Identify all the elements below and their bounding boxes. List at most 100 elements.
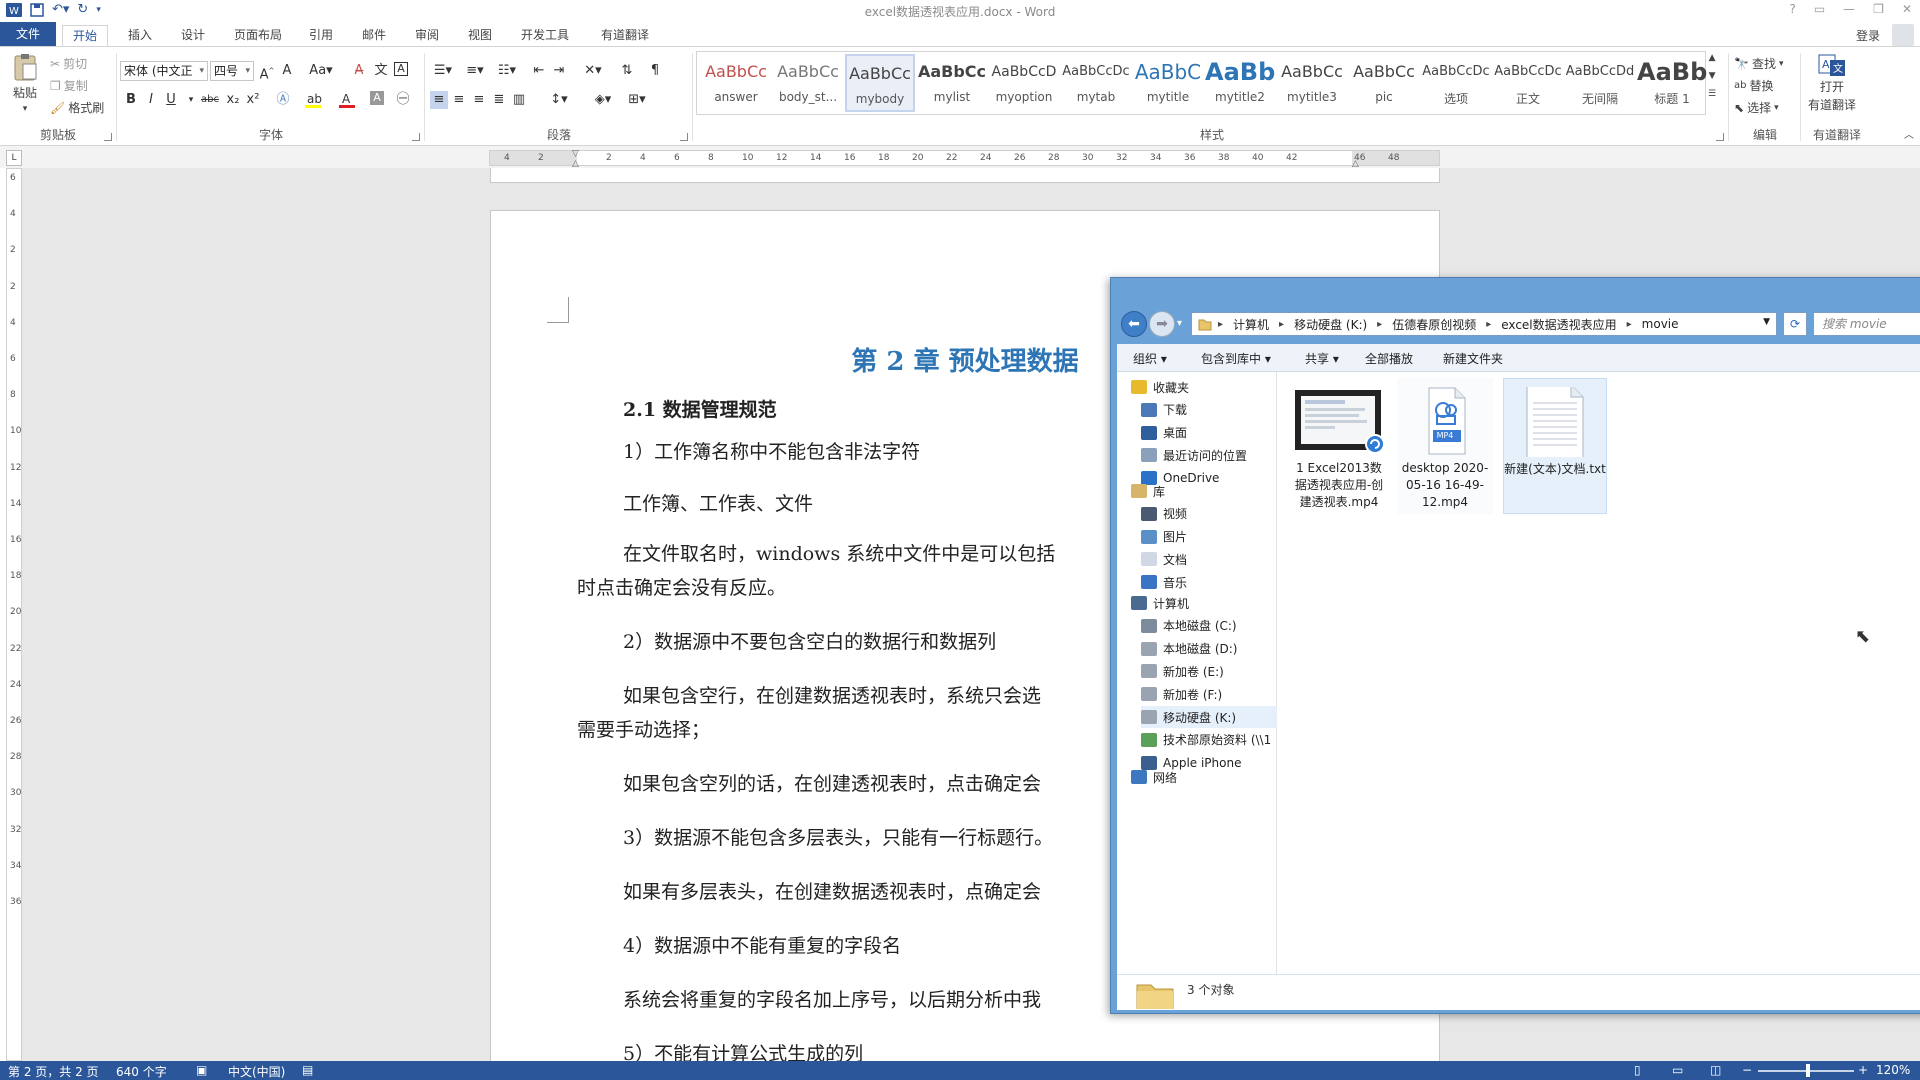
forward-button[interactable]: ➡ [1149,311,1175,337]
breadcrumb-drive-k[interactable]: 移动硬盘 (K:) [1294,316,1367,333]
character-shading-icon[interactable]: A [370,91,384,105]
font-launcher-icon[interactable] [412,133,420,141]
align-right-icon[interactable]: ≡ [470,91,488,109]
minimize-icon[interactable]: — [1843,2,1855,16]
phonetic-guide-icon[interactable]: 文 [372,62,390,80]
open-youdao-button[interactable]: A文 打开 有道翻译 [1808,53,1856,113]
ribbon-display-icon[interactable]: ▭ [1814,2,1825,16]
sort-icon[interactable]: ⇅ [618,62,636,80]
recent-pages-icon[interactable]: ▾ [1177,318,1182,329]
cut-button[interactable]: ✂ 剪切 [50,55,87,72]
tab-view[interactable]: 视图 [458,25,502,46]
nav-item-network[interactable]: 网络 [1131,766,1277,788]
nav-item-downloads[interactable]: 下载 [1141,399,1277,421]
first-line-indent-marker[interactable]: ▽ [572,149,579,159]
restore-icon[interactable]: ❐ [1873,2,1884,16]
tab-review[interactable]: 审阅 [405,25,449,46]
bullets-icon[interactable]: ☰▾ [430,62,456,80]
horizontal-ruler[interactable]: 4 2 2 4 6 8 10 12 14 16 18 20 22 24 26 28 30 32 34 36 38 40 42… [489,149,1440,169]
back-button[interactable]: ⬅ [1121,311,1147,337]
tab-insert[interactable]: 插入 [118,25,162,46]
language[interactable]: 中文(中国) [228,1063,285,1080]
align-left-icon[interactable]: ≡ [430,91,448,109]
nav-item-drive-k[interactable]: 移动硬盘 (K:) [1141,706,1277,728]
multilevel-list-icon[interactable]: ☷▾ [494,62,520,80]
copy-button[interactable]: ❐ 复制 [50,77,88,94]
clipboard-launcher-icon[interactable] [104,133,112,141]
nav-item-star[interactable]: 收藏夹 [1131,376,1277,398]
paste-button[interactable]: 粘贴 ▾ [10,53,40,114]
vertical-ruler[interactable]: 6 4 2 2 4 6 8 10 12 14 16 18 20 22 24 26 28 30 32 34 36 [6,168,22,1061]
file-explorer-window[interactable]: ⬅ ➡ ▾ ▸ 计算机 ▸ 移动硬盘 (K:) ▸ 伍德春原创视频 ▸ excel数据… [1110,277,1920,1014]
nav-item-drive-f[interactable]: 新加卷 (F:) [1141,683,1277,705]
file-item-mp4[interactable]: MP4 desktop 2020-05-16 16-49-12.mp4 [1397,378,1493,514]
grow-font-icon[interactable]: A^ [258,62,276,82]
nav-item-computer[interactable]: 计算机 [1131,592,1277,614]
breadcrumb-movie[interactable]: movie [1642,317,1679,331]
justify-icon[interactable]: ≣ [490,91,508,109]
borders-icon[interactable]: ⊞▾ [624,91,650,109]
paragraph-launcher-icon[interactable] [680,133,688,141]
nav-item-pictures[interactable]: 图片 [1141,526,1277,548]
file-list[interactable]: 1 Excel2013数据透视表应用-创建透视表.mp4 MP4 desktop… [1277,372,1920,974]
search-input[interactable]: 搜索 movie [1813,312,1920,336]
line-spacing-icon[interactable]: ↕▾ [546,91,572,109]
nav-item-library[interactable]: 库 [1131,480,1277,502]
numbering-icon[interactable]: ≡▾ [462,62,488,80]
play-all-button[interactable]: 全部播放 [1365,350,1413,367]
subscript-button[interactable]: x₂ [224,91,242,109]
share-button[interactable]: 共享 ▾ [1305,350,1339,367]
login-link[interactable]: 登录 [1856,27,1880,44]
address-dropdown-icon[interactable]: ▼ [1763,317,1770,327]
close-icon[interactable]: ✕ [1902,2,1912,16]
file-item-video[interactable]: 1 Excel2013数据透视表应用-创建透视表.mp4 [1291,378,1387,514]
word-count[interactable]: 640 个字 [116,1063,167,1080]
print-layout-icon[interactable]: ▭ [1672,1063,1683,1077]
tab-home[interactable]: 开始 [62,25,109,46]
tab-page-layout[interactable]: 页面布局 [224,25,292,46]
nav-item-drive-e[interactable]: 新加卷 (E:) [1141,660,1277,682]
distributed-icon[interactable]: ▥ [510,91,528,109]
find-button[interactable]: 🔭 查找 ▾ [1734,55,1784,72]
tab-references[interactable]: 引用 [299,25,343,46]
decrease-indent-icon[interactable]: ⇤ [530,62,548,80]
highlight-color-icon[interactable]: ab [304,91,322,109]
align-center-icon[interactable]: ≡ [450,91,468,109]
avatar[interactable] [1892,24,1914,46]
breadcrumb-computer[interactable]: 计算机 [1233,316,1269,333]
show-marks-icon[interactable]: ¶ [646,62,664,80]
tab-developer[interactable]: 开发工具 [511,25,579,46]
file-item-txt[interactable]: 新建(文本)文档.txt [1503,378,1607,514]
read-mode-icon[interactable]: ▯ [1634,1063,1641,1077]
nav-item-desktop[interactable]: 桌面 [1141,422,1277,444]
asian-layout-icon[interactable]: ✕▾ [580,62,606,80]
address-bar[interactable]: ▸ 计算机 ▸ 移动硬盘 (K:) ▸ 伍德春原创视频 ▸ excel数据透视表应用 ▸… [1191,312,1777,336]
shading-icon[interactable]: ◈▾ [590,91,616,109]
nav-item-recent[interactable]: 最近访问的位置 [1141,444,1277,466]
select-button[interactable]: ⬉ 选择 ▾ [1734,99,1779,116]
tab-youdao[interactable]: 有道翻译 [591,25,659,46]
increase-indent-icon[interactable]: ⇥ [550,62,568,80]
nav-item-documents[interactable]: 文档 [1141,548,1277,570]
refresh-button[interactable]: ⟳ [1783,312,1807,336]
font-name-select[interactable]: 宋体 (中文正 [120,61,208,81]
bold-button[interactable]: B [122,91,140,109]
italic-button[interactable]: I [142,91,160,109]
proofing-icon[interactable]: ▣ [196,1063,207,1077]
collapse-ribbon-icon[interactable]: ︿ [1904,126,1914,141]
character-border-icon[interactable]: A [394,62,408,76]
macro-icon[interactable]: ▤ [302,1063,313,1077]
nav-item-video[interactable]: 视频 [1141,503,1277,525]
styles-launcher-icon[interactable] [1716,133,1724,141]
nav-item-network-drive[interactable]: 技术部原始资料 (\\1 [1141,729,1277,751]
clear-formatting-icon[interactable]: A̶ [350,62,368,80]
strikethrough-button[interactable]: abc [198,91,222,109]
font-size-select[interactable]: 四号 [210,61,254,81]
breadcrumb-excel-pivot[interactable]: excel数据透视表应用 [1501,316,1616,333]
zoom-slider[interactable] [1758,1064,1854,1077]
help-icon[interactable]: ? [1789,2,1795,16]
zoom-thumb[interactable] [1806,1064,1810,1077]
superscript-button[interactable]: x² [244,91,262,109]
include-in-library-button[interactable]: 包含到库中 ▾ [1201,350,1271,367]
text-effects-icon[interactable]: Ⓐ [274,91,292,109]
